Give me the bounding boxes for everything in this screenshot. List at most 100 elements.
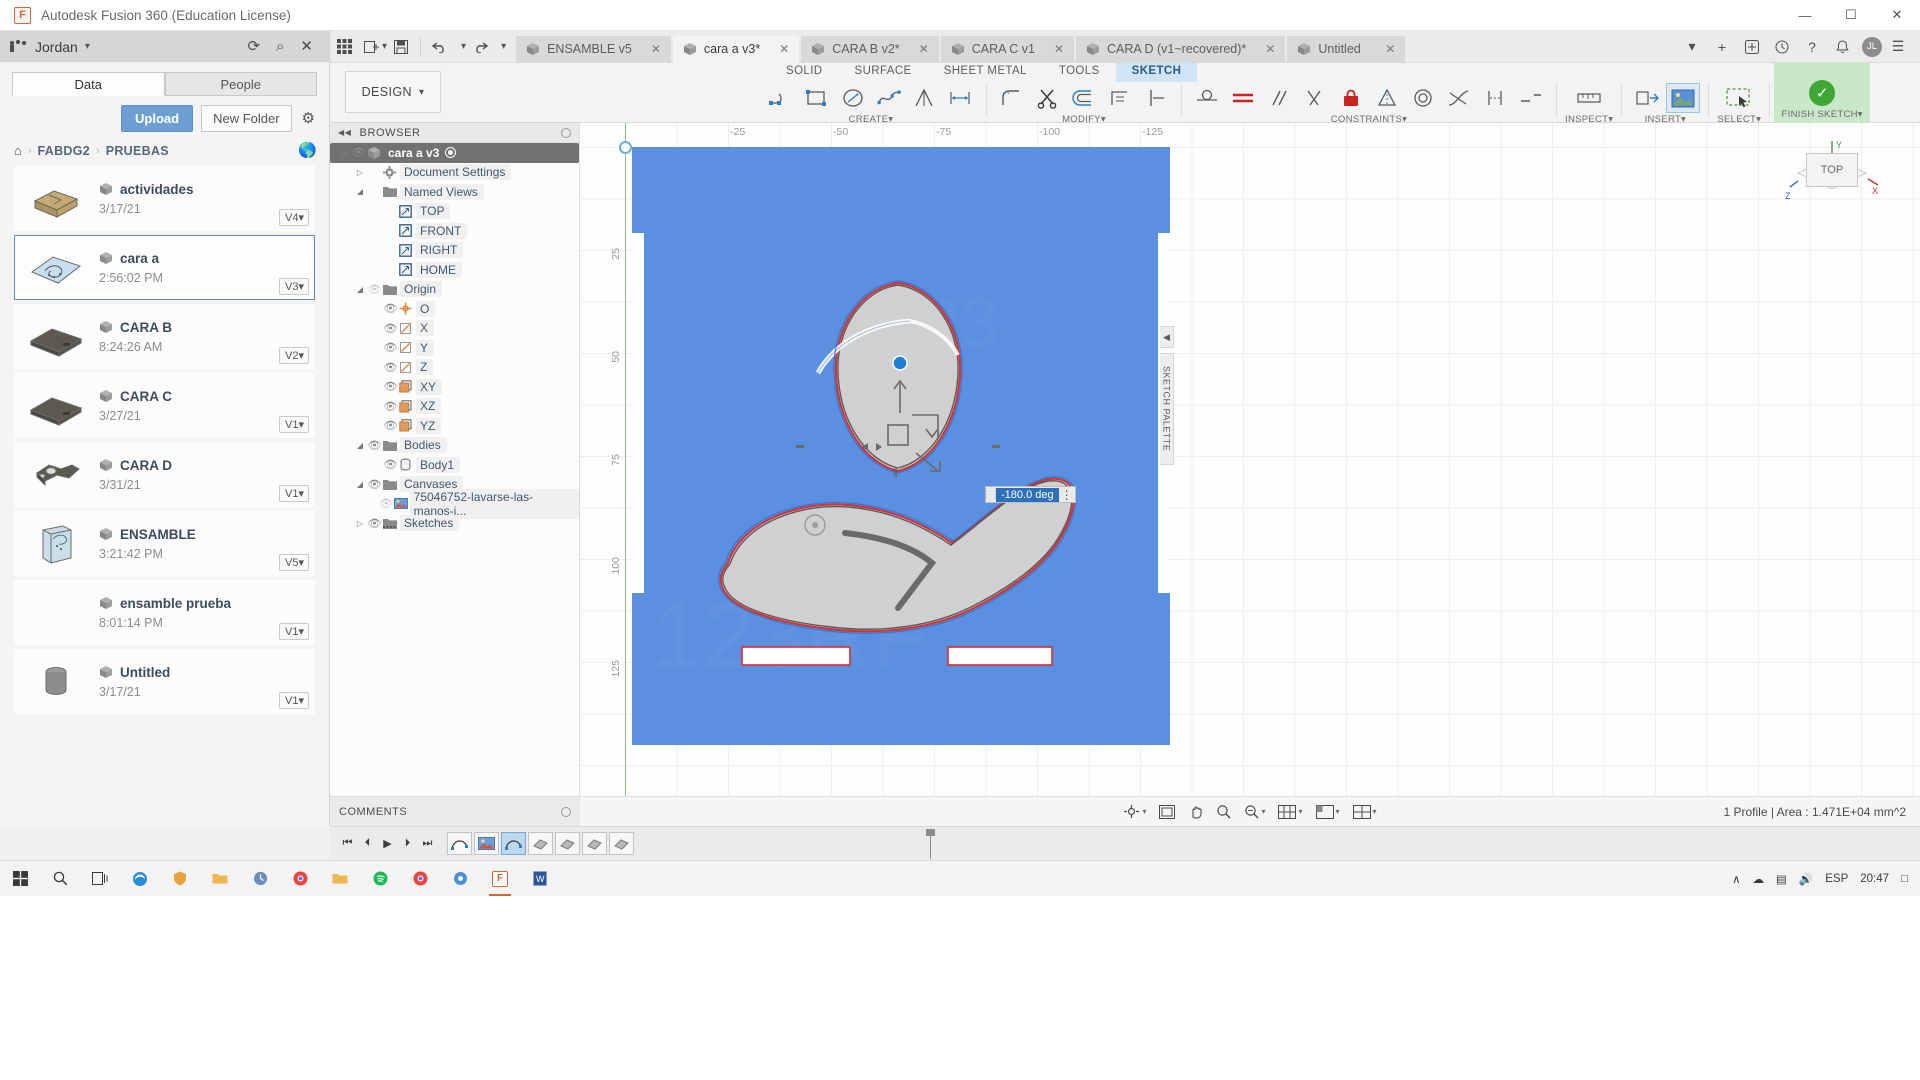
language-indicator[interactable]: ESP — [1825, 873, 1848, 885]
help-icon[interactable]: ? — [1798, 34, 1826, 60]
browser-tree-node[interactable]: ◢ 👁 Origin — [330, 280, 579, 300]
coincident-icon[interactable] — [1190, 83, 1224, 113]
file-list-item[interactable]: cara a 2:56:02 PM V3▾ — [14, 235, 315, 300]
visibility-eye-icon[interactable]: 👁 — [366, 517, 383, 530]
timeline-item[interactable] — [582, 832, 607, 855]
timeline-item[interactable] — [609, 832, 634, 855]
timeline-item[interactable] — [447, 832, 472, 855]
tree-expand-arrow-icon[interactable]: ◢ — [354, 441, 366, 450]
avatar[interactable]: JL — [1862, 36, 1882, 57]
edge-icon[interactable] — [120, 861, 160, 897]
file-version-badge[interactable]: V1▾ — [279, 623, 309, 640]
canvas-icon[interactable] — [1666, 83, 1701, 113]
timeline-item[interactable] — [501, 832, 526, 855]
display-caret-icon[interactable]: ▾ — [1298, 807, 1302, 816]
canvas-viewport[interactable]: -25 -50 -75 -100 -125 25 50 75 100 125 123RF 123 — [580, 123, 1920, 826]
visibility-eye-icon[interactable]: 👁 — [382, 419, 399, 432]
upload-button[interactable]: Upload — [121, 105, 194, 132]
measure-icon[interactable] — [1572, 83, 1606, 113]
view-cube[interactable]: Y X Z TOP — [1784, 139, 1880, 211]
close-button[interactable]: ✕ — [1874, 0, 1920, 31]
view-cube-top-face[interactable]: TOP — [1806, 153, 1858, 187]
redo-caret-icon[interactable]: ▾ — [501, 41, 506, 52]
browser-tree-node[interactable]: ◢ 👁 Bodies — [330, 436, 579, 456]
undo-icon[interactable] — [426, 34, 454, 60]
file-list-item[interactable]: CARA D 3/31/21 V1▾ — [14, 442, 315, 507]
visibility-eye-icon[interactable]: 👁 — [350, 146, 367, 159]
tree-expand-arrow-icon[interactable]: ◢ — [354, 187, 366, 196]
ribbon-tab[interactable]: SHEET METAL — [928, 63, 1043, 82]
fillet-icon[interactable] — [995, 83, 1029, 113]
ribbon-tab[interactable]: SKETCH — [1115, 63, 1198, 82]
ribbon-tab[interactable]: TOOLS — [1043, 63, 1116, 82]
tree-expand-arrow-icon[interactable]: ◢ — [354, 285, 366, 294]
ribbon-tab[interactable]: SOLID — [770, 63, 839, 82]
viewport-layout-icon[interactable]: ▾ — [1348, 801, 1382, 823]
comments-bar[interactable]: COMMENTS — [330, 796, 580, 826]
start-icon[interactable] — [0, 861, 40, 897]
home-icon[interactable]: ⌂ — [14, 143, 22, 158]
extensions-icon[interactable] — [1738, 34, 1766, 60]
file-version-badge[interactable]: V1▾ — [279, 485, 309, 502]
parallel-icon[interactable] — [1262, 83, 1296, 113]
chip-grip-icon[interactable]: ⋮⋮ — [982, 487, 1000, 502]
finish-sketch-button[interactable]: ✓ FINISH SKETCH▾ — [1774, 63, 1871, 123]
browser-tree-node[interactable]: HOME — [330, 260, 579, 280]
file-version-badge[interactable]: V3▾ — [279, 278, 309, 295]
zoom-icon[interactable] — [1211, 801, 1236, 823]
onedrive-icon[interactable]: ☁ — [1753, 872, 1765, 886]
file-version-badge[interactable]: V4▾ — [279, 209, 309, 226]
visibility-eye-icon[interactable]: 👁 — [382, 302, 399, 315]
tab-overflow-caret-icon[interactable]: ▾ — [1678, 34, 1706, 60]
document-tab-close-icon[interactable]: ✕ — [767, 42, 789, 56]
origin-point[interactable] — [619, 141, 632, 154]
ribbon-tab[interactable]: SURFACE — [839, 63, 928, 82]
notifications-bell-icon[interactable] — [1828, 34, 1856, 60]
browser-tree-node[interactable]: TOP — [330, 202, 579, 222]
angle-value[interactable]: -180.0 deg — [996, 487, 1059, 502]
offset-icon[interactable] — [1067, 83, 1101, 113]
app-grid-icon[interactable] — [330, 34, 358, 60]
chip-menu-icon[interactable]: ⋮ — [1059, 488, 1075, 502]
document-tab[interactable]: Untitled ✕ — [1287, 35, 1406, 63]
file-explorer-icon[interactable] — [320, 861, 360, 897]
browser-collapse-icon[interactable]: ◀◀ — [338, 128, 352, 137]
angle-input-chip[interactable]: ⋮⋮ -180.0 deg ⋮ — [982, 486, 1076, 503]
file-version-badge[interactable]: V2▾ — [279, 347, 309, 364]
tree-expand-arrow-icon[interactable]: ◢ — [338, 148, 350, 157]
visibility-eye-icon[interactable]: 👁 — [366, 283, 383, 296]
spline-icon[interactable] — [872, 83, 906, 113]
maximize-button[interactable]: ☐ — [1828, 0, 1874, 31]
chrome2-icon[interactable] — [400, 861, 440, 897]
ellipse-icon[interactable] — [836, 83, 870, 113]
timeline-play-button[interactable]: ▶ — [378, 833, 397, 855]
timeline-prev-button[interactable]: ⏴ — [358, 833, 377, 855]
zoom-window-icon[interactable]: ▾ — [1239, 801, 1270, 823]
minimize-button[interactable]: — — [1782, 0, 1828, 31]
document-tab[interactable]: CARA C v1 ✕ — [940, 35, 1074, 63]
visibility-eye-icon[interactable]: 👁 — [382, 458, 399, 471]
timeline-next-button[interactable]: ⏵ — [398, 833, 417, 855]
visibility-eye-icon[interactable]: 👁 — [382, 380, 399, 393]
rectangle-icon[interactable] — [800, 83, 834, 113]
visibility-eye-icon[interactable]: 👁 — [378, 497, 394, 510]
orbit-icon[interactable]: ▾ — [1118, 801, 1151, 823]
active-component-radio[interactable] — [445, 147, 457, 159]
viewports-icon[interactable] — [1154, 801, 1180, 823]
network-icon[interactable]: ▤ — [1776, 872, 1787, 886]
word-icon[interactable]: W — [520, 861, 560, 897]
timeline-item[interactable] — [474, 832, 499, 855]
canvas-image[interactable]: 123RF 123 — [632, 147, 1170, 745]
chrome-icon[interactable] — [280, 861, 320, 897]
breadcrumb-item-pruebas[interactable]: PRUEBAS — [106, 144, 169, 158]
volume-icon[interactable]: 🔊 — [1799, 872, 1813, 886]
close-panel-icon[interactable]: ✕ — [300, 39, 313, 54]
select-window-icon[interactable] — [1722, 83, 1756, 113]
document-tab[interactable]: cara a v3* ✕ — [672, 35, 800, 63]
file-list-item[interactable]: actividades 3/17/21 V4▾ — [14, 166, 315, 231]
document-tab[interactable]: CARA D (v1~recovered)* ✕ — [1076, 35, 1286, 63]
file-list-item[interactable]: Untitled 3/17/21 V1▾ — [14, 649, 315, 714]
save-icon[interactable] — [387, 34, 415, 60]
polygon-icon[interactable] — [908, 83, 942, 113]
collinear-icon[interactable] — [1514, 83, 1548, 113]
